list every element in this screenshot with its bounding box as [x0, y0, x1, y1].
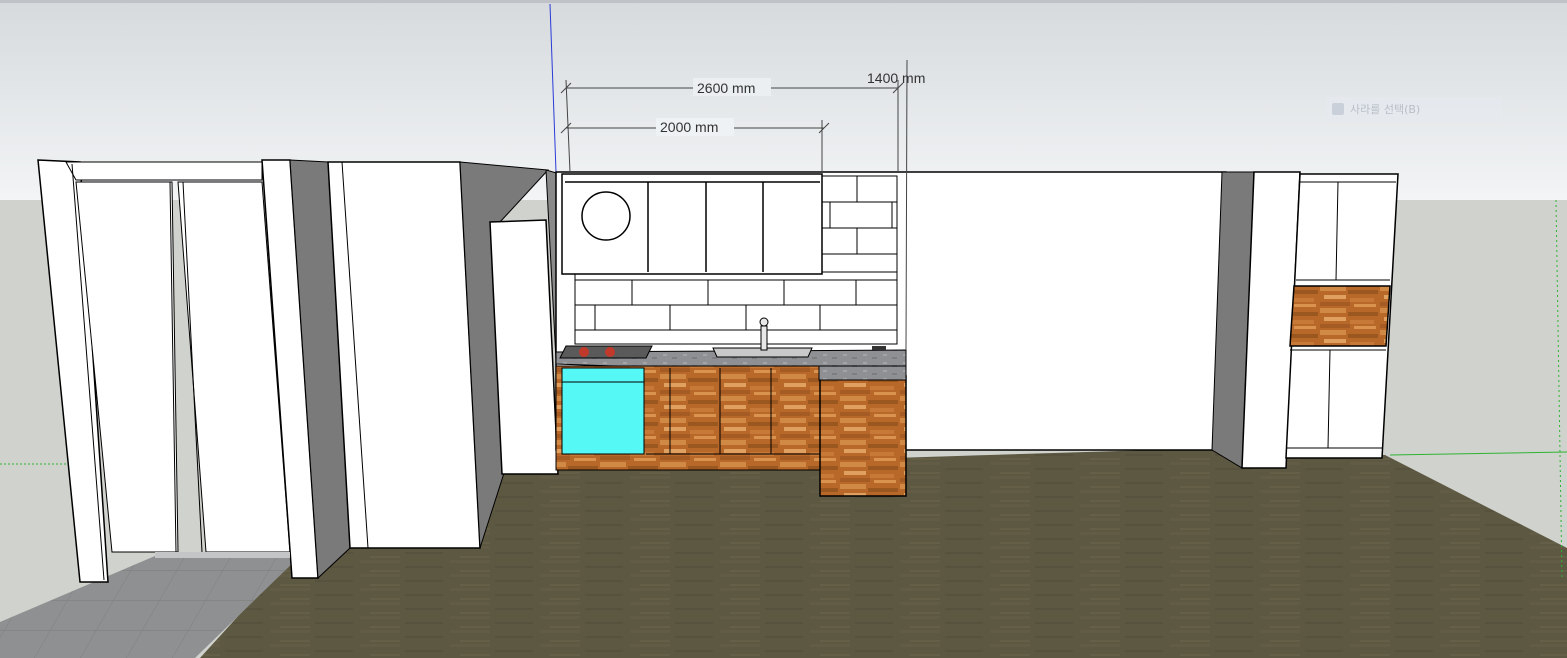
select-tool-icon	[1332, 103, 1344, 115]
select-tool-hint-label: 사라를 선택(B)	[1350, 103, 1421, 116]
dishwasher-cyan-panel	[561, 367, 645, 455]
sketchup-3d-viewport[interactable]: 2600 mm 2000 mm 1400 mm 사라를 선택(B)	[0, 0, 1567, 658]
range-hood-circle	[581, 191, 631, 241]
select-tool-hint: 사라를 선택(B)	[1326, 97, 1502, 121]
dimension-1400-label: 1400 mm	[867, 70, 925, 86]
right-tall-cabinet[interactable]	[1285, 173, 1399, 459]
top-toolbar-edge	[0, 0, 1567, 3]
upper-cabinets[interactable]	[561, 173, 823, 275]
right-wall-block[interactable]	[1211, 171, 1301, 469]
dimension-2600-label: 2600 mm	[697, 80, 755, 96]
dimension-2000-label: 2000 mm	[660, 119, 718, 135]
